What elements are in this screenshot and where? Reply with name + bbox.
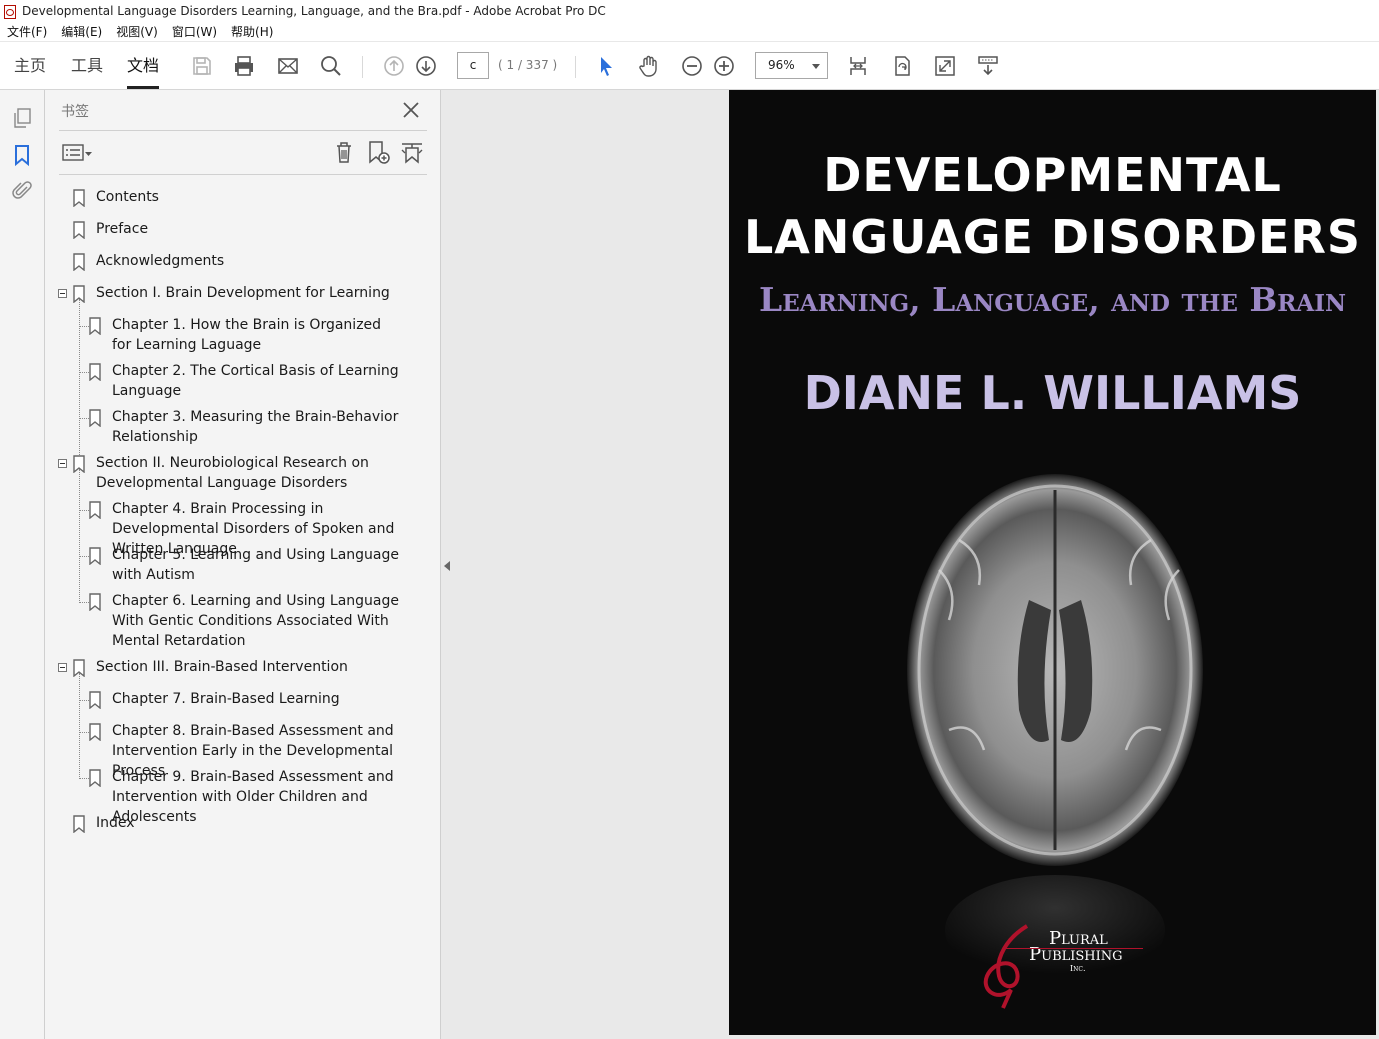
zoom-out-icon[interactable]: [679, 53, 705, 79]
close-icon[interactable]: [400, 99, 422, 121]
toolbar-divider: [362, 56, 363, 78]
menu-help[interactable]: 帮助(H): [224, 22, 280, 42]
menu-view[interactable]: 视图(V): [109, 22, 165, 42]
menu-window[interactable]: 窗口(W): [165, 22, 224, 42]
bookmark-label: Chapter 7. Brain-Based Learning: [112, 691, 340, 707]
expand-bookmark-icon[interactable]: [399, 139, 425, 165]
tab-home[interactable]: 主页: [14, 42, 46, 89]
bookmark-icon: [72, 253, 86, 272]
tab-tools[interactable]: 工具: [71, 42, 103, 89]
rotate-page-icon[interactable]: [889, 53, 915, 79]
tree-line: [79, 673, 80, 779]
bookmark-icon: [72, 221, 86, 240]
print-icon[interactable]: [231, 53, 257, 79]
bookmark-label: Chapter 5. Learning and Using Language w…: [112, 547, 399, 583]
next-page-icon[interactable]: [413, 53, 439, 79]
bookmarks-icon[interactable]: [10, 143, 34, 167]
cover-title-line2: LANGUAGE DISORDERS: [743, 210, 1361, 264]
brain-scan-image: [907, 474, 1203, 985]
collapse-panel-arrow-icon[interactable]: [444, 561, 450, 571]
save-icon[interactable]: [189, 53, 215, 79]
panel-title: 书签: [61, 104, 89, 120]
pdf-page: DEVELOPMENTAL LANGUAGE DISORDERS Learnin…: [729, 90, 1376, 1035]
menu-file[interactable]: 文件(F): [0, 22, 54, 42]
bookmark-icon: [72, 189, 86, 208]
page-number-input[interactable]: c: [457, 52, 489, 79]
toolbar: 主页 工具 文档: [0, 42, 1379, 90]
panel-divider: [59, 174, 427, 175]
previous-page-icon[interactable]: [381, 53, 407, 79]
bookmark-icon: [72, 455, 86, 474]
cover-subtitle: Learning, Language, and the Brain: [759, 280, 1346, 319]
bookmark-icon: [72, 285, 86, 304]
publisher-rule: [1003, 948, 1143, 949]
email-icon[interactable]: [275, 53, 301, 79]
collapse-toggle[interactable]: [58, 459, 67, 468]
bookmark-label: Index: [96, 815, 135, 831]
menu-bar: 文件(F) 编辑(E) 视图(V) 窗口(W) 帮助(H): [0, 22, 1379, 42]
delete-bookmark-icon[interactable]: [331, 139, 357, 165]
bookmark-label: Section III. Brain-Based Intervention: [96, 659, 348, 675]
bookmark-icon: [88, 501, 102, 520]
bookmark-icon: [88, 409, 102, 428]
menu-edit[interactable]: 编辑(E): [54, 22, 109, 42]
bookmark-icon: [72, 659, 86, 678]
new-bookmark-icon[interactable]: [365, 139, 391, 165]
collapse-toggle[interactable]: [58, 663, 67, 672]
bookmark-icon: [88, 317, 102, 336]
bookmark-label: Chapter 1. How the Brain is Organized fo…: [112, 317, 382, 353]
select-cursor-icon[interactable]: [593, 53, 619, 79]
bookmark-icon: [72, 815, 86, 834]
search-icon[interactable]: [318, 53, 344, 79]
bookmark-label: Chapter 6. Learning and Using Language W…: [112, 593, 399, 649]
bookmark-icon: [88, 769, 102, 788]
title-bar: Developmental Language Disorders Learnin…: [0, 0, 1379, 22]
bookmark-icon: [88, 723, 102, 742]
bookmark-icon: [88, 691, 102, 710]
page-count: ( 1 / 337 ): [498, 58, 558, 72]
toolbar-divider: [575, 56, 576, 78]
acrobat-icon: [3, 4, 17, 19]
hand-tool-icon[interactable]: [636, 53, 662, 79]
bookmark-label: Chapter 3. Measuring the Brain-Behavior …: [112, 409, 399, 445]
bookmark-label: Section I. Brain Development for Learnin…: [96, 285, 390, 301]
document-view[interactable]: DEVELOPMENTAL LANGUAGE DISORDERS Learnin…: [441, 90, 1379, 1039]
fit-page-icon[interactable]: [845, 53, 871, 79]
bookmark-icon: [88, 547, 102, 566]
page-thumbnails-icon[interactable]: [10, 106, 34, 130]
window-title: Developmental Language Disorders Learnin…: [22, 4, 606, 18]
bookmark-label: Chapter 2. The Cortical Basis of Learnin…: [112, 363, 399, 399]
zoom-select[interactable]: 96%: [755, 52, 828, 79]
bookmark-options-button[interactable]: [62, 141, 96, 165]
bookmark-label: Preface: [96, 221, 149, 237]
bookmark-label: Acknowledgments: [96, 253, 225, 269]
collapse-toggle[interactable]: [58, 289, 67, 298]
scroll-mode-icon[interactable]: [975, 53, 1001, 79]
zoom-in-icon[interactable]: [711, 53, 737, 79]
bookmark-icon: [88, 363, 102, 382]
attachments-icon[interactable]: [10, 179, 34, 203]
zoom-value: 96%: [768, 58, 795, 72]
navigation-rail: [0, 90, 45, 1039]
cover-title-line1: DEVELOPMENTAL: [823, 148, 1282, 202]
bookmark-label: Section II. Neurobiological Research on …: [96, 455, 369, 491]
chevron-down-icon: [812, 64, 820, 69]
panel-divider: [59, 130, 427, 131]
tab-document[interactable]: 文档: [127, 42, 160, 89]
bookmark-icon: [88, 593, 102, 612]
full-screen-icon[interactable]: [932, 53, 958, 79]
cover-author: DIANE L. WILLIAMS: [803, 366, 1302, 420]
tree-line: [79, 469, 80, 603]
bookmarks-panel: 书签 Contents Preface Acknowledgments Sect…: [45, 90, 441, 1039]
tree-line: [79, 299, 80, 459]
publisher-name-line3: Inc.: [1070, 964, 1086, 973]
bookmark-label: Contents: [96, 189, 159, 205]
